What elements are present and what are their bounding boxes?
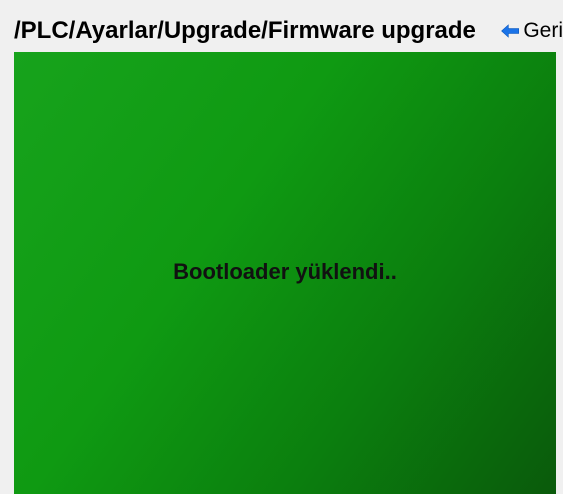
back-button-label: Geri <box>523 19 563 42</box>
status-panel: Bootloader yüklendi.. <box>14 52 556 494</box>
breadcrumb-path: /PLC/Ayarlar/Upgrade/Firmware upgrade <box>14 17 476 44</box>
app-window: /PLC/Ayarlar/Upgrade/Firmware upgrade Ge… <box>0 0 563 494</box>
back-button[interactable]: Geri <box>500 16 563 46</box>
status-message: Bootloader yüklendi.. <box>173 259 397 284</box>
header-bar: /PLC/Ayarlar/Upgrade/Firmware upgrade Ge… <box>0 0 563 52</box>
left-arrow-icon <box>501 24 520 38</box>
